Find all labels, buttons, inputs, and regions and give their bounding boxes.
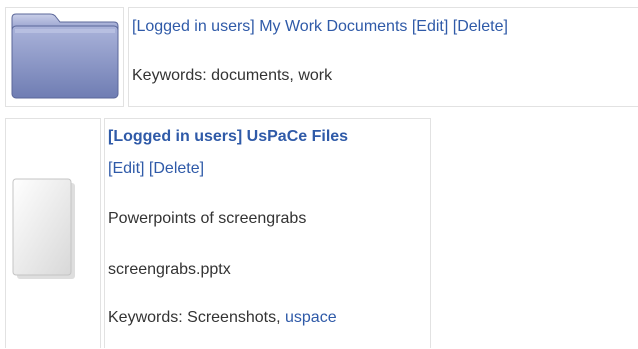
file-keywords-label: Keywords:: [108, 309, 183, 326]
file-delete-link[interactable]: [Delete]: [149, 160, 204, 177]
folder-info-cell: [Logged in users] My Work Documents [Edi…: [128, 7, 638, 107]
file-info-cell: [Logged in users] UsPaCe Files [Edit] [D…: [104, 118, 431, 348]
folder-keywords-label: Keywords:: [132, 67, 207, 84]
file-actions: [Edit] [Delete]: [108, 160, 204, 178]
file-keywords: Keywords: Screenshots, uspace: [108, 309, 337, 327]
file-keyword-uspace-link[interactable]: uspace: [285, 309, 337, 326]
folder-keywords-value: documents, work: [211, 67, 333, 84]
file-description: Powerpoints of screengrabs: [108, 210, 307, 227]
file-title-link[interactable]: [Logged in users] UsPaCe Files: [108, 128, 348, 146]
folder-delete-link[interactable]: [Delete]: [453, 18, 508, 35]
folder-edit-link[interactable]: [Edit]: [412, 18, 448, 35]
file-keyword-screenshots: Screenshots,: [187, 309, 281, 326]
file-filename: screengrabs.pptx: [108, 261, 231, 278]
document-icon[interactable]: [6, 119, 100, 349]
file-edit-link[interactable]: [Edit]: [108, 160, 144, 177]
file-thumbnail-cell: [5, 118, 101, 348]
folder-thumbnail-cell: [5, 7, 124, 107]
folder-icon[interactable]: [6, 8, 123, 106]
folder-access-link[interactable]: [Logged in users]: [132, 18, 255, 35]
folder-keywords: Keywords: documents, work: [132, 67, 332, 85]
folder-title-line: [Logged in users] My Work Documents [Edi…: [132, 18, 508, 36]
folder-name-link[interactable]: My Work Documents: [259, 18, 407, 35]
